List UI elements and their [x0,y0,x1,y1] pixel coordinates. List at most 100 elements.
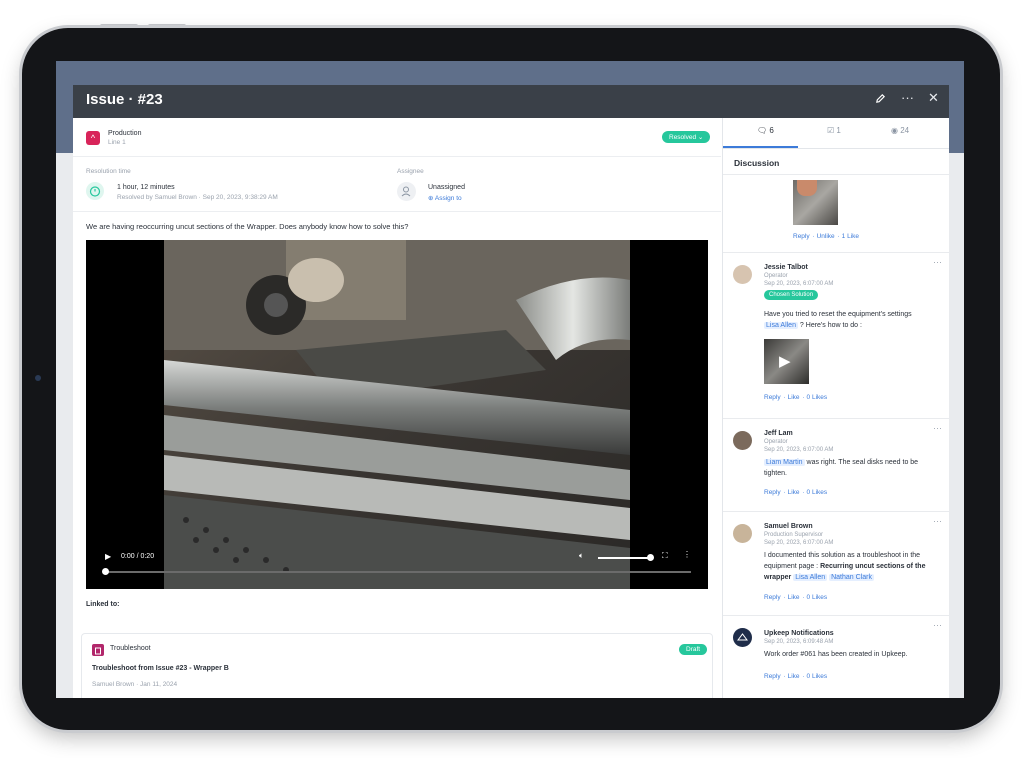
video-player[interactable]: ▶ 0:00 / 0:20 🔈︎ ⛶ ⋮ [86,240,708,589]
volume-icon[interactable]: 🔈︎ [579,551,584,561]
likes-count[interactable]: 1 Like [842,233,859,240]
discussion-panel: 🗨︎ 6 ☑︎ 1 ◉ 24 Discussion Reply · Unlike ·… [722,118,949,698]
comment-actions: Reply · Unlike · 1 Like [793,233,860,240]
likes-count[interactable]: 0 Likes [807,594,828,601]
comment-role: Production Supervisor [764,532,824,538]
mention[interactable]: Lisa Allen [764,322,798,329]
unlike-link[interactable]: Unlike [817,233,835,240]
upkeep-logo-icon [733,628,752,647]
assignee-value: Unassigned [428,184,465,191]
comment-item: ··· Samuel Brown Production Supervisor S… [723,511,949,616]
asset-row: ^ Production Line 1 Resolved ⌄ [73,118,721,156]
tablet-camera [35,375,41,381]
tab-views[interactable]: ◉ 24 [891,126,909,135]
comment-item: ··· Upkeep Notifications Sep 20, 2023, 6… [723,615,949,698]
fullscreen-icon[interactable]: ⛶ [662,551,668,561]
comment-more-icon[interactable]: ··· [933,257,942,267]
attached-image[interactable] [793,180,838,225]
hand-shape [797,180,817,196]
likes-count[interactable]: 0 Likes [807,394,828,401]
resolution-label: Resolution time [86,168,131,175]
chevron-up-icon: ^ [86,131,100,145]
resolved-by: Resolved by Samuel Brown · Sep 20, 2023,… [117,194,278,201]
comment-author: Samuel Brown [764,523,813,530]
reply-link[interactable]: Reply [793,233,810,240]
tab-comments-count: 6 [769,126,774,135]
video-time: 0:00 / 0:20 [121,553,155,560]
tab-checklist-count: 1 [836,126,841,135]
comment-author: Upkeep Notifications [764,630,834,637]
linked-label: Linked to: [86,601,120,608]
pencil-icon[interactable] [875,92,886,107]
like-link[interactable]: Like [788,394,800,401]
reply-link[interactable]: Reply [764,594,781,601]
comment-actions: Reply · Like · 0 Likes [764,673,828,680]
comment-text: Liam Martin was right. The seal disks ne… [764,457,942,479]
comment-date: Sep 20, 2023, 6:07:00 AM [764,281,834,287]
assign-to-link[interactable]: ⊕ Assign to [428,194,462,202]
assignee-label: Assignee [397,168,424,175]
play-icon: ▶ [779,353,791,370]
video-more-icon[interactable]: ⋮ [683,550,691,559]
issue-description: We are having reoccurring uncut sections… [86,222,409,231]
volume-handle[interactable] [647,554,654,561]
comment-role: Operator [764,439,788,445]
like-link[interactable]: Like [788,489,800,496]
attached-video[interactable]: ▶ [764,339,809,384]
mention[interactable]: Lisa Allen [793,574,828,581]
comment-date: Sep 20, 2023, 6:07:00 AM [764,447,834,453]
close-icon[interactable]: ✕ [928,90,939,106]
comment-text-a: Have you tried to reset the equipment's … [764,311,912,318]
comment-role: Operator [764,273,788,279]
avatar [733,265,752,284]
comment-more-icon[interactable]: ··· [933,516,942,526]
comment-text-b: ? Here's how to do : [799,322,862,329]
comment-actions: Reply · Like · 0 Likes [764,489,828,496]
asset-name[interactable]: Production [108,130,141,137]
eye-icon: ◉ [891,126,898,135]
issue-title: Issue · #23 [86,91,163,108]
assign-to-label: Assign to [434,195,462,202]
progress-track[interactable] [105,571,691,573]
modal-header: Issue · #23 ··· ✕ [73,85,949,118]
linked-card[interactable]: Troubleshoot Draft Troubleshoot from Iss… [81,633,713,698]
progress-handle[interactable] [102,568,109,575]
status-label: Resolved [669,134,697,141]
tab-views-count: 24 [900,126,910,135]
likes-count[interactable]: 0 Likes [807,489,828,496]
like-link[interactable]: Like [788,594,800,601]
screen: Issue · #23 ··· ✕ ^ Production Line 1 Re… [56,61,964,698]
status-badge[interactable]: Resolved ⌄ [662,131,711,143]
tab-comments[interactable]: 🗨︎ 6 [757,126,774,135]
meta-row: Resolution time 1 hour, 12 minutes Resol… [73,156,721,211]
play-icon[interactable]: ▶ [105,552,111,561]
divider [73,211,721,212]
checklist-icon: ☑︎ [827,126,835,135]
active-tab-indicator [723,146,798,148]
comment-icon: 🗨︎ [757,126,768,135]
comment-more-icon[interactable]: ··· [933,620,942,630]
discussion-title: Discussion [734,158,780,168]
comment-date: Sep 20, 2023, 6:07:00 AM [764,540,834,546]
comment-actions: Reply · Like · 0 Likes [764,594,828,601]
mention[interactable]: Liam Martin [764,459,805,466]
likes-count[interactable]: 0 Likes [807,673,828,680]
card-type: Troubleshoot [110,645,151,652]
comment-actions: Reply · Like · 0 Likes [764,394,828,401]
reply-link[interactable]: Reply [764,394,781,401]
reply-link[interactable]: Reply [764,673,781,680]
mention[interactable]: Nathan Clark [829,574,874,581]
comment-text: Work order #061 has been created in Upke… [764,651,908,658]
issue-details: ^ Production Line 1 Resolved ⌄ Resolutio… [73,118,721,698]
reply-link[interactable]: Reply [764,489,781,496]
volume-slider[interactable] [598,557,650,559]
tab-checklist[interactable]: ☑︎ 1 [827,126,841,135]
like-link[interactable]: Like [788,673,800,680]
user-icon [397,182,416,201]
timer-icon [86,182,104,200]
comment-author: Jeff Lam [764,430,793,437]
more-icon[interactable]: ··· [901,90,914,105]
video-frame [164,240,630,589]
comment-more-icon[interactable]: ··· [933,423,942,433]
card-title[interactable]: Troubleshoot from Issue #23 - Wrapper B [92,665,229,672]
